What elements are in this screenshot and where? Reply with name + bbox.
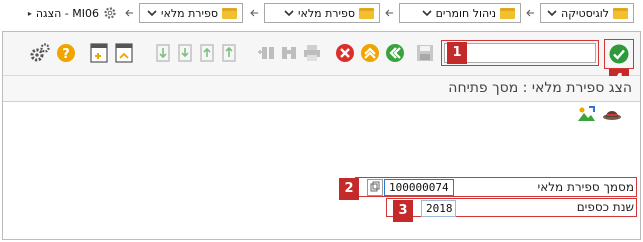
- marker-1: 1: [447, 42, 467, 64]
- svg-text:?: ?: [62, 47, 70, 62]
- next-page-icon[interactable]: [177, 44, 193, 62]
- breadcrumb-current: MI06 - הצגה ▸: [6, 3, 122, 23]
- back-icon[interactable]: [385, 43, 405, 63]
- folder-icon: [500, 7, 515, 19]
- first-page-icon[interactable]: [221, 44, 237, 62]
- sap-window: ? 1 4 הצג ספירת מלאי : מסך פתיחה: [2, 31, 641, 240]
- shortcut-icon[interactable]: [90, 43, 108, 63]
- fiscal-year-label: שנת כספים: [576, 200, 634, 214]
- transaction-gear-icon: [104, 7, 116, 19]
- breadcrumb-current-label: MI06 - הצגה: [35, 6, 99, 20]
- marker-2: 2: [339, 178, 359, 200]
- arrow-left-icon: [526, 9, 534, 17]
- page: לוגיסטיקה ניהול חומרים ספירת מלאי ספירת …: [0, 0, 643, 242]
- toolbar: ?: [3, 32, 640, 76]
- doc-number-label: מסמך ספירת מלאי: [537, 180, 634, 194]
- breadcrumb-label: ספירת מלאי: [161, 6, 218, 20]
- breadcrumb-item-logistics[interactable]: לוגיסטיקה: [540, 3, 634, 23]
- print-icon[interactable]: [303, 44, 321, 62]
- cancel-icon[interactable]: [335, 43, 355, 63]
- breadcrumb-item-material-management[interactable]: ניהול חומרים: [399, 3, 521, 23]
- create-session-icon[interactable]: [115, 43, 133, 63]
- copy-icon: [370, 181, 380, 192]
- find-next-icon[interactable]: [257, 44, 275, 62]
- value-help-button[interactable]: [367, 179, 383, 196]
- screen-title: הצג ספירת מלאי : מסך פתיחה: [448, 80, 632, 96]
- marker-3: 3: [393, 200, 413, 222]
- arrow-left-icon: [125, 9, 133, 17]
- previous-page-icon[interactable]: [199, 44, 215, 62]
- folder-icon: [222, 7, 237, 19]
- breadcrumb-item-inventory-1[interactable]: ספירת מלאי: [264, 3, 380, 23]
- picture-icon[interactable]: [576, 105, 596, 123]
- chevron-down-icon: [547, 10, 557, 17]
- last-page-icon[interactable]: [155, 44, 171, 62]
- dropdown-dot-icon: ▸: [27, 8, 32, 18]
- help-icon[interactable]: ?: [56, 43, 76, 63]
- arrow-left-icon: [385, 9, 393, 17]
- breadcrumb-item-inventory-2[interactable]: ספירת מלאי: [139, 3, 243, 23]
- chevron-down-icon: [147, 10, 157, 17]
- breadcrumb-label: ניהול חומרים: [435, 6, 496, 20]
- breadcrumb-label: לוגיסטיקה: [561, 6, 609, 20]
- screen-title-bar: הצג ספירת מלאי : מסך פתיחה: [3, 76, 640, 102]
- hat-icon[interactable]: [602, 105, 622, 123]
- arrow-left-icon: [250, 9, 258, 17]
- settings-gear-icon[interactable]: [29, 42, 51, 64]
- folder-icon: [613, 7, 628, 19]
- folder-icon: [359, 7, 374, 19]
- fiscal-year-input[interactable]: 2018: [421, 200, 456, 217]
- breadcrumb-label: ספירת מלאי: [298, 6, 355, 20]
- save-icon[interactable]: [416, 44, 434, 62]
- chevron-down-icon: [284, 10, 294, 17]
- find-icon[interactable]: [280, 44, 298, 62]
- exit-icon[interactable]: [360, 43, 380, 63]
- chevron-down-icon: [422, 10, 432, 17]
- highlight-enter: [604, 39, 634, 69]
- doc-number-input[interactable]: 100000074: [384, 179, 454, 196]
